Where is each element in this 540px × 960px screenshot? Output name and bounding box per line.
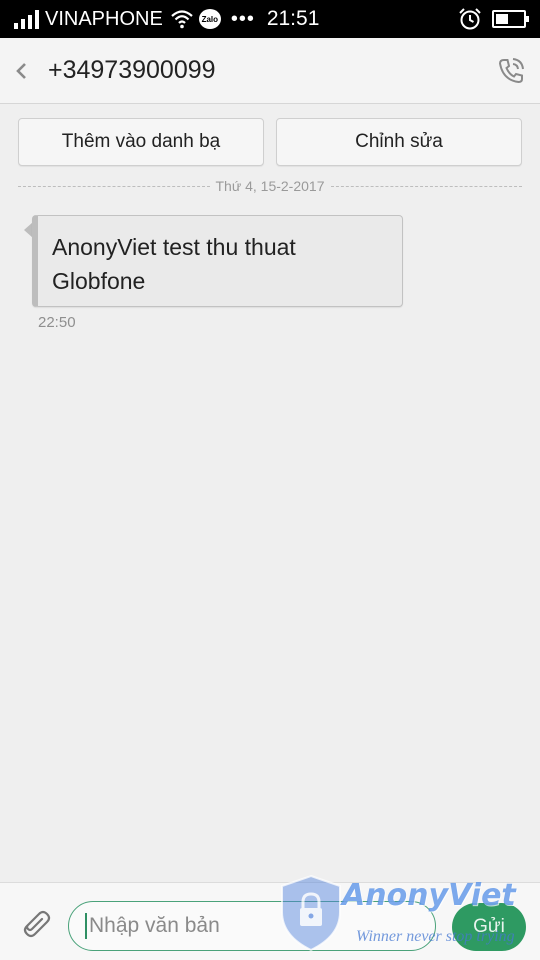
send-button[interactable]: Gửi <box>452 903 526 951</box>
contact-number-title: +34973900099 <box>48 56 216 84</box>
text-caret <box>85 913 87 939</box>
message-input[interactable] <box>89 914 409 938</box>
phone-call-icon[interactable] <box>496 56 526 86</box>
separator-line-right <box>330 185 522 187</box>
wifi-icon <box>171 10 193 29</box>
message-input-wrapper[interactable] <box>68 901 436 951</box>
date-separator: Thứ 4, 15-2-2017 <box>18 176 522 196</box>
message-composer: Gửi <box>0 882 540 960</box>
status-bar: VINAPHONE Zalo ••• 21:51 <box>0 0 540 38</box>
status-time: 21:51 <box>266 7 320 30</box>
zalo-icon: Zalo <box>198 9 221 29</box>
message-time: 22:50 <box>38 314 76 331</box>
received-message-bubble[interactable]: AnonyViet test thu thuat Globfone <box>32 215 403 307</box>
contact-actions: Thêm vào danh bạ Chỉnh sửa <box>18 118 522 166</box>
alarm-icon <box>459 8 481 30</box>
paperclip-icon[interactable] <box>18 903 52 941</box>
more-notifications-indicator: ••• <box>230 7 255 30</box>
conversation-header: +34973900099 <box>0 38 540 104</box>
carrier-name: VINAPHONE <box>45 7 163 30</box>
edit-button[interactable]: Chỉnh sửa <box>276 118 522 166</box>
add-to-contacts-button[interactable]: Thêm vào danh bạ <box>18 118 264 166</box>
chevron-left-icon[interactable] <box>14 59 34 83</box>
date-separator-label: Thứ 4, 15-2-2017 <box>215 178 325 194</box>
battery-icon <box>492 10 529 28</box>
signal-icon <box>14 9 39 29</box>
separator-line-left <box>18 185 210 187</box>
